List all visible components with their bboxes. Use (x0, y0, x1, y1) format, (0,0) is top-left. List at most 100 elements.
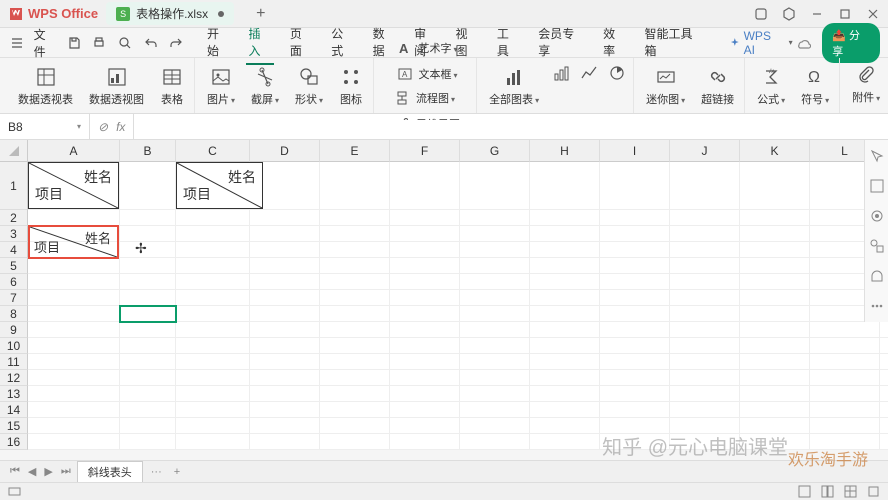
cell-A16[interactable] (28, 434, 120, 450)
cell-J2[interactable] (670, 210, 740, 226)
col-header-H[interactable]: H (530, 140, 600, 162)
cell-I5[interactable] (600, 258, 670, 274)
diagonal-header-cell-2[interactable]: 姓名 项目 (176, 162, 263, 209)
row-header-7[interactable]: 7 (0, 290, 28, 306)
cell-E11[interactable] (320, 354, 390, 370)
cell-L9[interactable] (810, 322, 880, 338)
cell-D13[interactable] (250, 386, 320, 402)
cell-D12[interactable] (250, 370, 320, 386)
cell-E14[interactable] (320, 402, 390, 418)
close-button[interactable] (866, 7, 880, 21)
cloud-icon[interactable] (795, 34, 813, 52)
maximize-button[interactable] (838, 7, 852, 21)
cancel-formula-icon[interactable]: ⊘ (98, 120, 108, 134)
cell-H9[interactable] (530, 322, 600, 338)
cell-E5[interactable] (320, 258, 390, 274)
cell-J13[interactable] (670, 386, 740, 402)
cell-D7[interactable] (250, 290, 320, 306)
tab-nav-prev[interactable]: ◀ (24, 465, 40, 478)
cell-G10[interactable] (460, 338, 530, 354)
cell-G1[interactable] (460, 162, 530, 210)
cell-I4[interactable] (600, 242, 670, 258)
cell-H15[interactable] (530, 418, 600, 434)
cell-K3[interactable] (740, 226, 810, 242)
formula-button[interactable]: √x 公式▾ (753, 63, 789, 109)
cell-F10[interactable] (390, 338, 460, 354)
picture-button[interactable]: 图片▾ (203, 63, 239, 109)
tab-nav-next[interactable]: ▶ (40, 465, 56, 478)
cell-C11[interactable] (176, 354, 250, 370)
col-header-B[interactable]: B (120, 140, 176, 162)
side-backup-icon[interactable] (869, 268, 885, 284)
cell-K14[interactable] (740, 402, 810, 418)
cell-I14[interactable] (600, 402, 670, 418)
cell-G3[interactable] (460, 226, 530, 242)
cell-H7[interactable] (530, 290, 600, 306)
file-menu[interactable]: 文件 (34, 26, 57, 60)
cell-C15[interactable] (176, 418, 250, 434)
cell-D14[interactable] (250, 402, 320, 418)
cell-K6[interactable] (740, 274, 810, 290)
cell-F8[interactable] (390, 306, 460, 322)
sheet-tab-active[interactable]: 斜线表头 (77, 461, 143, 482)
cell-L16[interactable] (810, 434, 880, 450)
view-reading-icon[interactable] (867, 485, 880, 498)
icon-button[interactable]: 图标 (335, 63, 367, 109)
cell-H14[interactable] (530, 402, 600, 418)
view-pagebreak-icon[interactable] (844, 485, 857, 498)
side-style-icon[interactable] (869, 178, 885, 194)
cell-B7[interactable] (120, 290, 176, 306)
cell-D16[interactable] (250, 434, 320, 450)
cell-A5[interactable] (28, 258, 120, 274)
minimize-button[interactable] (810, 7, 824, 21)
select-all-corner[interactable] (0, 140, 28, 162)
name-box-dropdown-icon[interactable]: ▾ (77, 122, 81, 131)
shape-button[interactable]: 形状▾ (291, 63, 327, 109)
view-normal-icon[interactable] (798, 485, 811, 498)
cell-B9[interactable] (120, 322, 176, 338)
cell-I2[interactable] (600, 210, 670, 226)
cell-M14[interactable] (880, 402, 888, 418)
cell-K10[interactable] (740, 338, 810, 354)
row-header-12[interactable]: 12 (0, 370, 28, 386)
cell-E12[interactable] (320, 370, 390, 386)
cell-K8[interactable] (740, 306, 810, 322)
cell-B10[interactable] (120, 338, 176, 354)
cell-M15[interactable] (880, 418, 888, 434)
cell-L13[interactable] (810, 386, 880, 402)
textbox-button[interactable]: A 文本框▾ (391, 62, 462, 86)
app-icon-1[interactable] (754, 7, 768, 21)
cell-B14[interactable] (120, 402, 176, 418)
cell-A15[interactable] (28, 418, 120, 434)
cell-F16[interactable] (390, 434, 460, 450)
cell-E4[interactable] (320, 242, 390, 258)
col-header-E[interactable]: E (320, 140, 390, 162)
cell-C7[interactable] (176, 290, 250, 306)
cell-H4[interactable] (530, 242, 600, 258)
cell-A7[interactable] (28, 290, 120, 306)
row-header-2[interactable]: 2 (0, 210, 28, 226)
cell-H16[interactable] (530, 434, 600, 450)
cell-A11[interactable] (28, 354, 120, 370)
cell-J16[interactable] (670, 434, 740, 450)
redo-icon[interactable] (167, 34, 185, 52)
attachment-button[interactable]: 附件▾ (848, 61, 884, 111)
tab-menu-icon[interactable] (218, 11, 224, 17)
cell-K16[interactable] (740, 434, 810, 450)
share-button[interactable]: 📤 分享 (822, 23, 880, 63)
preview-icon[interactable] (116, 34, 134, 52)
cell-M13[interactable] (880, 386, 888, 402)
cell-I3[interactable] (600, 226, 670, 242)
cell-M16[interactable] (880, 434, 888, 450)
cell-D2[interactable] (250, 210, 320, 226)
cell-B11[interactable] (120, 354, 176, 370)
app-icon-2[interactable] (782, 7, 796, 21)
cell-I16[interactable] (600, 434, 670, 450)
cell-G16[interactable] (460, 434, 530, 450)
cell-H8[interactable] (530, 306, 600, 322)
cell-K13[interactable] (740, 386, 810, 402)
cell-C3[interactable] (176, 226, 250, 242)
tab-nav-first[interactable]: ⏮ (6, 465, 24, 478)
cell-L12[interactable] (810, 370, 880, 386)
cell-F9[interactable] (390, 322, 460, 338)
